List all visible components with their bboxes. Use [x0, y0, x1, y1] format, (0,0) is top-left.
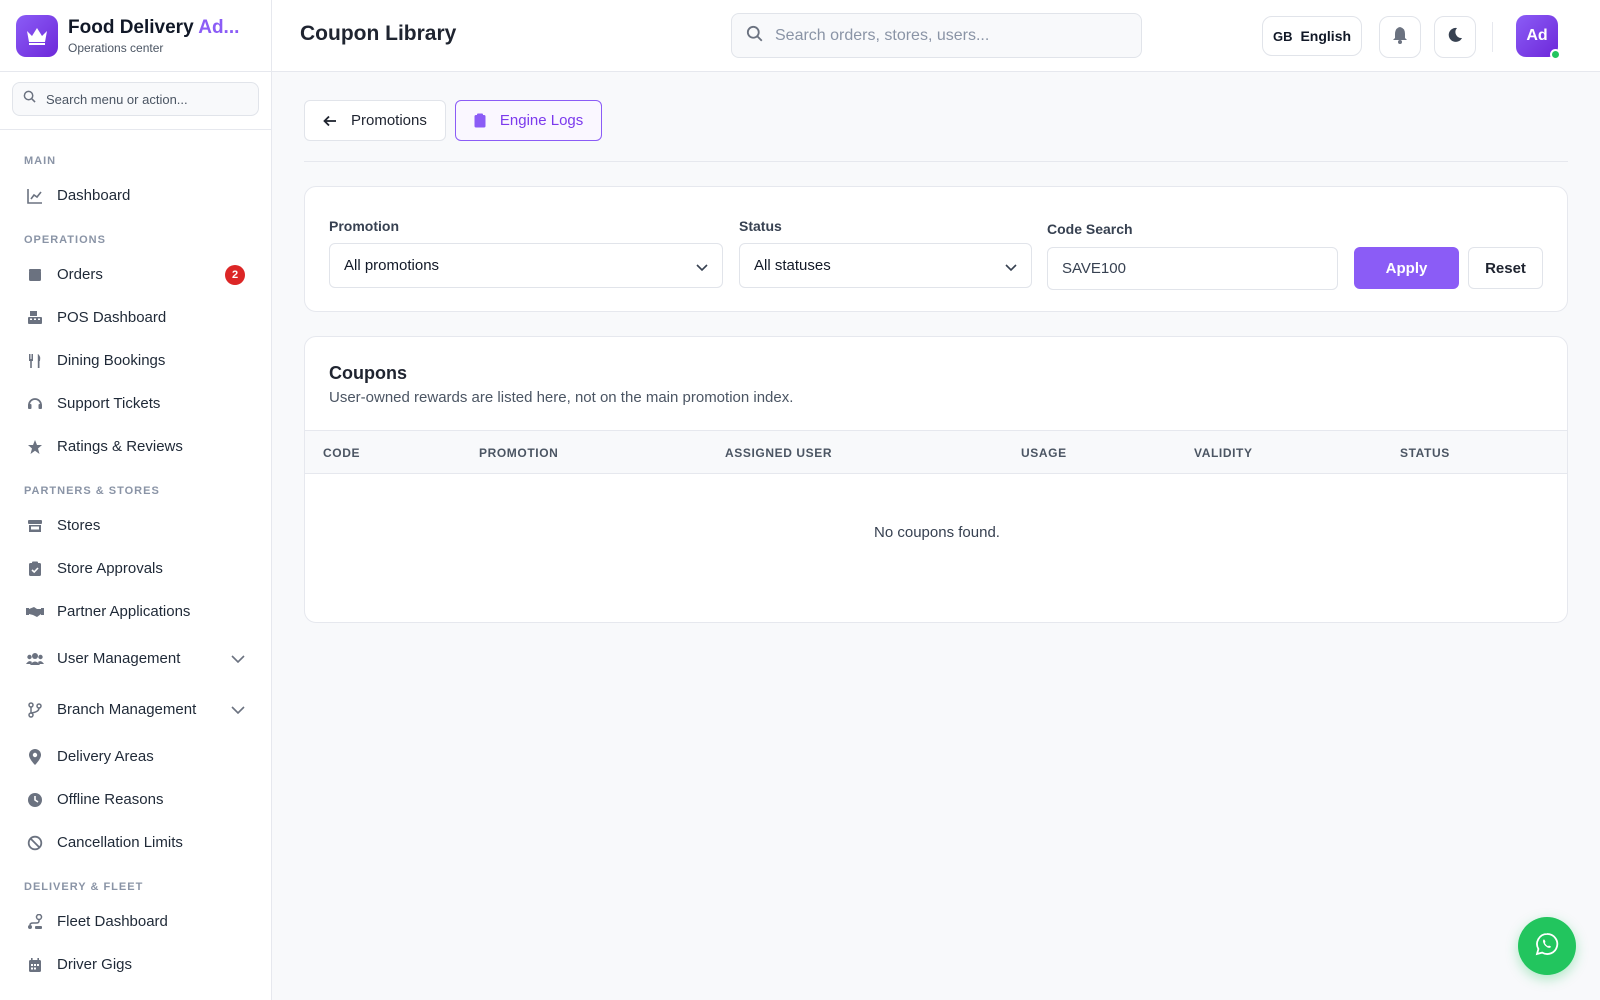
brand-subtitle: Operations center — [68, 40, 164, 55]
engine-logs-button[interactable]: Engine Logs — [454, 100, 603, 141]
promotion-select[interactable]: All promotions — [329, 243, 723, 288]
column-header-status: STATUS — [1400, 446, 1450, 460]
user-avatar[interactable]: Ad — [1516, 15, 1561, 60]
sidebar-item-store-approvals[interactable]: Store Approvals — [0, 547, 271, 590]
code-search-input[interactable] — [1047, 247, 1338, 290]
arrow-left-icon — [323, 115, 337, 127]
chevron-down-icon — [696, 259, 708, 276]
search-icon — [23, 90, 36, 108]
calendar-icon — [26, 956, 44, 974]
code-search-label: Code Search — [1047, 221, 1133, 237]
sidebar-item-stores[interactable]: Stores — [0, 504, 271, 547]
clipboard-check-icon — [26, 560, 44, 578]
back-to-promotions-button[interactable]: Promotions — [304, 100, 446, 141]
clipboard-icon — [474, 113, 486, 128]
language-selector[interactable]: GB English — [1262, 16, 1362, 56]
nav-section-fleet: DELIVERY & FLEET — [24, 881, 144, 893]
sidebar-item-dashboard[interactable]: Dashboard — [0, 174, 271, 217]
page-title: Coupon Library — [300, 22, 457, 45]
empty-state-message: No coupons found. — [874, 524, 1000, 541]
clock-icon — [26, 791, 44, 809]
filter-panel: Promotion All promotions Status All stat… — [304, 186, 1568, 312]
chevron-down-icon — [231, 650, 245, 667]
column-header-assigned-user: ASSIGNED USER — [725, 446, 833, 460]
apply-button[interactable]: Apply — [1354, 247, 1459, 289]
bell-icon — [1392, 26, 1408, 49]
headset-icon — [26, 395, 44, 413]
sidebar-item-pos[interactable]: POS Dashboard — [0, 296, 271, 339]
page-tabs: Promotions Engine Logs — [304, 100, 611, 141]
map-pin-icon — [26, 748, 44, 766]
status-filter-label: Status — [739, 218, 782, 234]
users-icon — [26, 650, 44, 668]
coupons-panel: Coupons User-owned rewards are listed he… — [304, 336, 1568, 623]
chevron-down-icon — [1005, 259, 1017, 276]
sidebar-item-dining[interactable]: Dining Bookings — [0, 339, 271, 382]
moon-icon — [1447, 27, 1463, 48]
coupons-subtitle: User-owned rewards are listed here, not … — [329, 389, 794, 406]
sidebar-item-driver-gigs[interactable]: Driver Gigs — [0, 943, 271, 986]
sidebar: Food Delivery Ad... Operations center Se… — [0, 0, 272, 1000]
sidebar-item-branch-management[interactable]: Branch Management — [0, 684, 271, 735]
whatsapp-icon — [1535, 932, 1559, 961]
sidebar-item-orders[interactable]: Orders 2 — [0, 253, 271, 296]
global-search-input[interactable]: Search orders, stores, users... — [731, 13, 1142, 58]
nav-section-partners: PARTNERS & STORES — [24, 485, 160, 497]
top-header: Coupon Library Search orders, stores, us… — [272, 0, 1600, 72]
cash-register-icon — [26, 309, 44, 327]
chevron-down-icon — [231, 701, 245, 718]
sidebar-item-partner-applications[interactable]: Partner Applications — [0, 590, 271, 633]
status-select[interactable]: All statuses — [739, 243, 1032, 288]
sidebar-item-support[interactable]: Support Tickets — [0, 382, 271, 425]
brand-title: Food Delivery Ad... — [68, 16, 240, 38]
sidebar-item-ratings[interactable]: Ratings & Reviews — [0, 425, 271, 468]
online-status-dot — [1550, 49, 1561, 60]
brand[interactable]: Food Delivery Ad... Operations center — [0, 0, 271, 72]
coupons-table-header: CODE PROMOTION ASSIGNED USER USAGE VALID… — [305, 430, 1567, 474]
star-icon — [26, 438, 44, 456]
orders-count-badge: 2 — [225, 264, 245, 285]
handshake-icon — [26, 603, 44, 621]
column-header-code: CODE — [323, 446, 361, 460]
nav-section-main: MAIN — [24, 155, 57, 167]
column-header-usage: USAGE — [1021, 446, 1067, 460]
coupons-title: Coupons — [329, 363, 407, 383]
column-header-validity: VALIDITY — [1194, 446, 1253, 460]
store-icon — [26, 517, 44, 535]
ban-icon — [26, 834, 44, 852]
crown-icon — [16, 14, 58, 57]
utensils-icon — [26, 352, 44, 370]
box-icon — [26, 266, 44, 284]
header-divider — [1492, 22, 1493, 52]
chart-line-icon — [26, 187, 44, 205]
reset-button[interactable]: Reset — [1468, 247, 1543, 289]
column-header-promotion: PROMOTION — [479, 446, 559, 460]
code-branch-icon — [26, 701, 44, 719]
route-icon — [26, 913, 44, 931]
notifications-button[interactable] — [1379, 16, 1421, 58]
sidebar-item-delivery-areas[interactable]: Delivery Areas — [0, 735, 271, 778]
sidebar-item-user-management[interactable]: User Management — [0, 633, 271, 684]
nav-section-operations: OPERATIONS — [24, 234, 106, 246]
sidebar-item-fleet-dashboard[interactable]: Fleet Dashboard — [0, 900, 271, 943]
sidebar-nav: MAIN Dashboard OPERATIONS Orders 2 POS D… — [0, 130, 271, 986]
search-icon — [746, 25, 763, 47]
whatsapp-chat-button[interactable] — [1518, 917, 1576, 975]
sidebar-item-cancellation-limits[interactable]: Cancellation Limits — [0, 821, 271, 864]
section-divider — [304, 161, 1568, 162]
language-label: English — [1300, 28, 1352, 44]
theme-toggle-button[interactable] — [1434, 16, 1476, 58]
promotion-filter-label: Promotion — [329, 218, 399, 234]
sidebar-item-offline-reasons[interactable]: Offline Reasons — [0, 778, 271, 821]
sidebar-search-input[interactable]: Search menu or action... — [12, 82, 259, 116]
language-flag-code: GB — [1272, 28, 1293, 44]
